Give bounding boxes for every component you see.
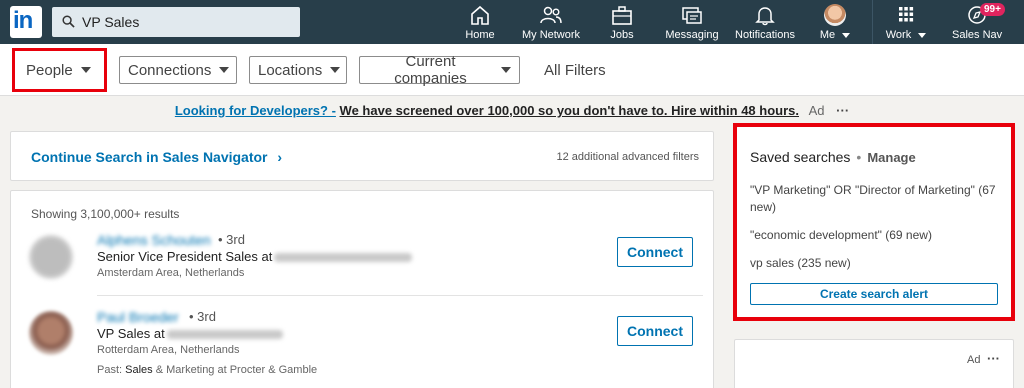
grid-icon (899, 7, 914, 22)
locations-filter-button[interactable]: Locations (249, 56, 347, 84)
nav-me-label: Me (819, 29, 836, 41)
advanced-filters-note: 12 additional advanced filters (556, 151, 699, 163)
highlight-box-people (12, 48, 107, 92)
redacted-company (166, 330, 283, 340)
result-name[interactable]: Alphens Schouten (97, 232, 211, 248)
result-location: Amsterdam Area, Netherlands (97, 267, 245, 279)
result-headline: VP Sales at (97, 326, 283, 341)
top-nav: in VP Sales Home My Network Jobs Messagi… (0, 0, 1024, 44)
result-headline-text: VP Sales at (97, 326, 165, 341)
ad-banner: Looking for Developers? - We have screen… (0, 103, 1024, 118)
nav-work[interactable]: Work (884, 4, 928, 44)
search-box[interactable]: VP Sales (52, 7, 300, 37)
connect-button[interactable]: Connect (617, 316, 693, 346)
nav-work-label-wrap: Work (884, 29, 928, 41)
all-filters-link[interactable]: All Filters (544, 62, 606, 79)
past-rest: & Marketing at Procter & Gamble (155, 364, 318, 376)
nav-jobs[interactable]: Jobs (606, 4, 638, 44)
notification-badge: 99+ (980, 3, 1005, 16)
redacted-company (274, 253, 413, 263)
connections-filter-button[interactable]: Connections (119, 56, 237, 84)
highlight-box-saved-searches (733, 123, 1015, 321)
result-headline: Senior Vice President Sales at (97, 249, 413, 264)
nav-messaging-label: Messaging (665, 29, 719, 41)
bell-icon (755, 7, 775, 26)
chevron-down-icon (842, 32, 851, 38)
nav-notifications-label: Notifications (735, 29, 795, 41)
nav-divider (872, 0, 873, 44)
past-prefix: Past: (97, 364, 123, 376)
messaging-icon (682, 7, 702, 24)
connect-button[interactable]: Connect (617, 237, 693, 267)
more-options-icon[interactable]: ··· (836, 103, 849, 118)
search-input[interactable]: VP Sales (82, 14, 139, 30)
nav-my-network-label: My Network (521, 29, 581, 41)
nav-home-label: Home (465, 29, 495, 41)
chevron-right-icon: › (277, 149, 283, 165)
result-headline-text: Senior Vice President Sales at (97, 249, 273, 264)
nav-jobs-label: Jobs (610, 29, 634, 41)
result-past-role: Past: Sales & Marketing at Procter & Gam… (97, 364, 317, 376)
locations-filter-label: Locations (258, 61, 323, 79)
profile-photo[interactable] (29, 311, 73, 355)
ad-card: Ad ··· (734, 339, 1014, 388)
nav-notifications[interactable]: Notifications (732, 4, 798, 44)
network-icon (540, 6, 562, 24)
nav-me-label-wrap: Me (816, 29, 854, 41)
results-count: Showing 3,100,000+ results (31, 207, 180, 221)
linkedin-logo[interactable]: in (10, 6, 42, 38)
ad-banner-text[interactable]: We have screened over 100,000 so you don… (340, 103, 799, 118)
ad-label: Ad (808, 103, 825, 118)
connection-degree: • 3rd (218, 232, 245, 247)
result-name[interactable]: Paul Broeder (97, 309, 179, 325)
connections-filter-label: Connections (128, 61, 212, 79)
nav-sales-nav-label: Sales Nav (952, 29, 1003, 41)
continue-search-link[interactable]: Continue Search in Sales Navigator › (31, 149, 282, 165)
nav-me[interactable]: Me (816, 4, 854, 44)
nav-my-network[interactable]: My Network (520, 4, 582, 44)
row-divider (97, 295, 703, 296)
ad-banner-link[interactable]: Looking for Developers? - (175, 103, 336, 118)
profile-photo[interactable] (29, 235, 73, 279)
connection-degree: • 3rd (189, 309, 216, 324)
continue-search-card: Continue Search in Sales Navigator › 12 … (10, 131, 714, 181)
caret-down-icon (501, 67, 511, 73)
nav-home[interactable]: Home (462, 4, 498, 44)
chevron-down-icon (918, 32, 927, 38)
caret-down-icon (330, 67, 341, 73)
result-location: Rotterdam Area, Netherlands (97, 344, 240, 356)
more-options-icon[interactable]: ··· (987, 351, 1000, 366)
caret-down-icon (219, 67, 230, 73)
past-highlight: Sales (125, 364, 153, 376)
current-companies-filter-button[interactable]: Current companies (359, 53, 520, 87)
filter-bar: People Connections Locations Current com… (0, 44, 1024, 96)
avatar (824, 4, 846, 26)
search-icon (62, 15, 75, 28)
briefcase-icon (612, 6, 632, 25)
continue-search-label: Continue Search in Sales Navigator (31, 149, 268, 165)
results-card: Showing 3,100,000+ results Alphens Schou… (10, 190, 714, 388)
ad-label: Ad (967, 354, 981, 366)
nav-work-label: Work (885, 29, 912, 41)
nav-messaging[interactable]: Messaging (664, 4, 720, 44)
current-companies-filter-label: Current companies (394, 53, 467, 87)
home-icon (471, 5, 489, 25)
